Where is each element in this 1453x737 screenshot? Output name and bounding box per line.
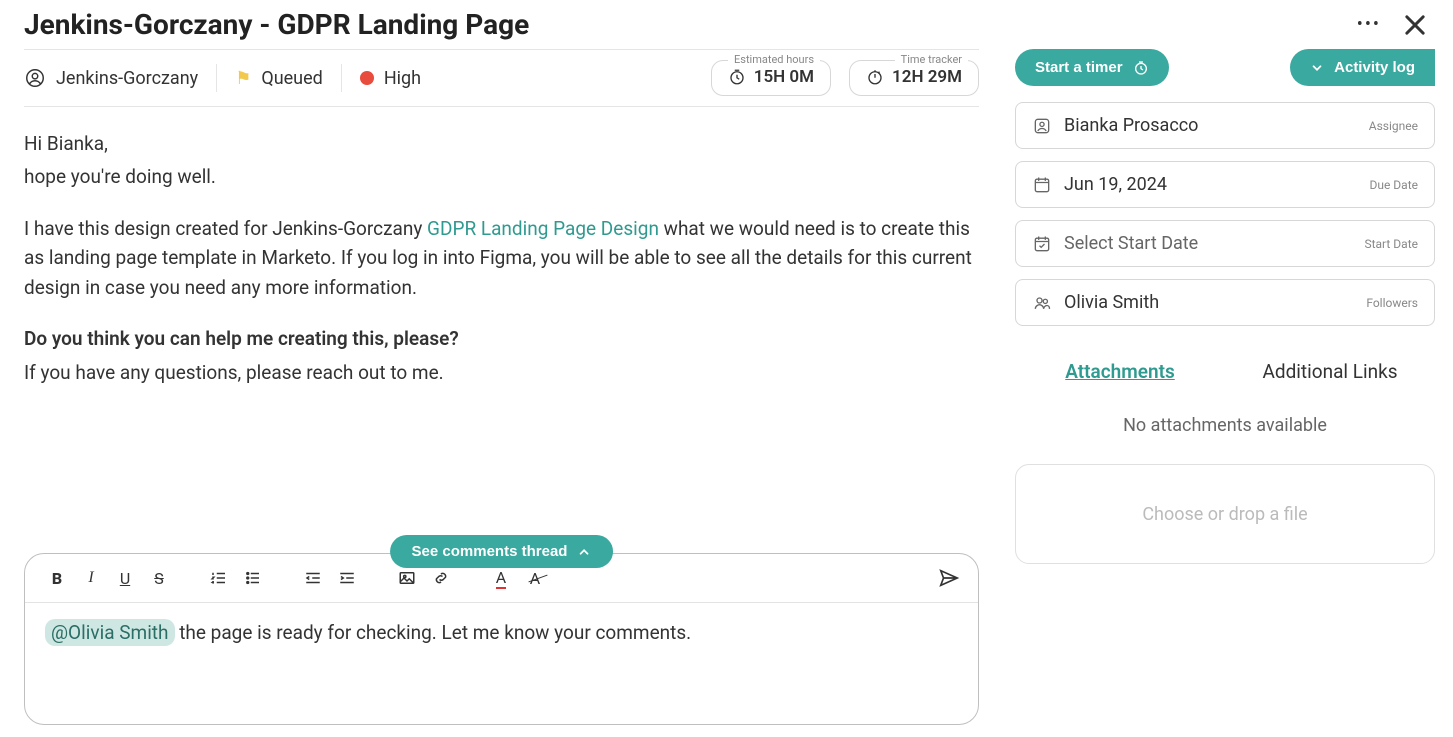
estimated-value: 15H 0M xyxy=(754,67,814,87)
client-icon xyxy=(24,67,46,89)
client-name: Jenkins-Gorczany xyxy=(56,68,198,89)
send-icon[interactable] xyxy=(938,567,960,589)
close-icon[interactable] xyxy=(1401,11,1429,39)
calendar-icon xyxy=(1032,175,1052,195)
text-color-button[interactable]: A xyxy=(487,564,515,592)
stopwatch-icon xyxy=(866,68,884,86)
comment-input[interactable]: @Olivia Smith the page is ready for chec… xyxy=(25,603,978,724)
see-comments-button[interactable]: See comments thread xyxy=(390,535,614,568)
start-date-value: Select Start Date xyxy=(1064,233,1352,254)
assignee-field[interactable]: Bianka Prosacco Assignee xyxy=(1015,102,1435,149)
description-closing: If you have any questions, please reach … xyxy=(24,358,979,387)
italic-button[interactable]: I xyxy=(77,564,105,592)
file-dropzone[interactable]: Choose or drop a file xyxy=(1015,464,1435,564)
mention-chip[interactable]: @Olivia Smith xyxy=(45,619,175,646)
description: Hi Bianka, hope you're doing well. I hav… xyxy=(24,107,979,543)
followers-value: Olivia Smith xyxy=(1064,292,1354,313)
client-chip[interactable]: Jenkins-Gorczany xyxy=(24,67,198,89)
priority-chip[interactable]: High xyxy=(360,68,421,89)
status-text: Queued xyxy=(261,68,322,89)
tracker-label: Time tracker xyxy=(895,53,968,66)
bold-button[interactable]: B xyxy=(43,564,71,592)
comment-draft-text: the page is ready for checking. Let me k… xyxy=(175,621,692,644)
strike-button[interactable]: S xyxy=(145,564,173,592)
image-button[interactable] xyxy=(393,564,421,592)
indent-button[interactable] xyxy=(333,564,361,592)
due-date-label: Due Date xyxy=(1369,178,1418,192)
start-timer-button[interactable]: Start a timer xyxy=(1015,49,1169,86)
priority-dot-icon xyxy=(360,71,374,85)
followers-icon xyxy=(1032,293,1052,313)
design-link[interactable]: GDPR Landing Page Design xyxy=(427,217,659,240)
greeting-line-2: hope you're doing well. xyxy=(24,162,979,191)
tab-additional-links[interactable]: Additional Links xyxy=(1225,354,1435,393)
priority-text: High xyxy=(384,68,421,89)
start-date-label: Start Date xyxy=(1364,237,1418,251)
chevron-down-icon xyxy=(1310,61,1324,75)
clock-icon xyxy=(728,68,746,86)
tab-attachments[interactable]: Attachments xyxy=(1015,354,1225,393)
ordered-list-button[interactable] xyxy=(205,564,233,592)
more-icon[interactable]: ••• xyxy=(1357,14,1381,35)
link-button[interactable] xyxy=(427,564,455,592)
page-title: Jenkins-Gorczany - GDPR Landing Page xyxy=(24,8,1357,41)
assignee-label: Assignee xyxy=(1369,119,1418,133)
followers-field[interactable]: Olivia Smith Followers xyxy=(1015,279,1435,326)
estimated-hours-pill[interactable]: Estimated hours 15H 0M xyxy=(711,60,831,96)
comment-editor: B I U S A xyxy=(24,553,979,725)
no-attachments-text: No attachments available xyxy=(1015,415,1435,436)
outdent-button[interactable] xyxy=(299,564,327,592)
chevron-up-icon xyxy=(577,545,591,559)
flag-icon: ⚑ xyxy=(235,68,251,89)
activity-log-button[interactable]: Activity log xyxy=(1290,49,1435,86)
tracker-value: 12H 29M xyxy=(892,67,962,87)
description-question: Do you think you can help me creating th… xyxy=(24,324,979,353)
timer-icon xyxy=(1133,60,1149,76)
start-date-field[interactable]: Select Start Date Start Date xyxy=(1015,220,1435,267)
description-body: I have this design created for Jenkins-G… xyxy=(24,214,979,302)
clear-format-button[interactable]: A xyxy=(521,564,549,592)
underline-button[interactable]: U xyxy=(111,564,139,592)
calendar-start-icon xyxy=(1032,234,1052,254)
due-date-field[interactable]: Jun 19, 2024 Due Date xyxy=(1015,161,1435,208)
meta-bar: Jenkins-Gorczany ⚑ Queued High Estimated… xyxy=(24,49,979,107)
greeting-line-1: Hi Bianka, xyxy=(24,129,979,158)
assignee-value: Bianka Prosacco xyxy=(1064,115,1357,136)
status-chip[interactable]: ⚑ Queued xyxy=(235,68,323,89)
time-tracker-pill[interactable]: Time tracker 12H 29M xyxy=(849,60,979,96)
unordered-list-button[interactable] xyxy=(239,564,267,592)
due-date-value: Jun 19, 2024 xyxy=(1064,174,1357,195)
estimated-label: Estimated hours xyxy=(728,53,820,66)
followers-label: Followers xyxy=(1366,296,1418,310)
user-icon xyxy=(1032,116,1052,136)
